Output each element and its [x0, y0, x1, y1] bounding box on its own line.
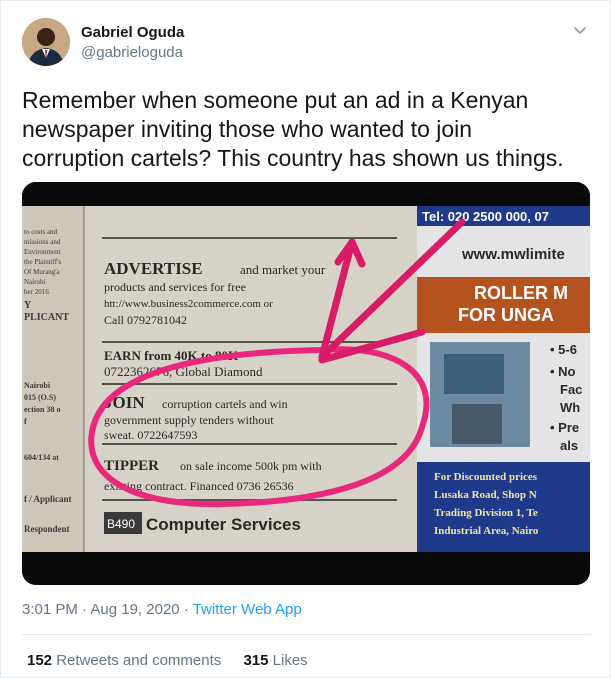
ad-web-text: www.mwlimite: [461, 246, 565, 263]
tweet-meta: 3:01 PM · Aug 19, 2020 · Twitter Web App: [22, 601, 302, 618]
tweet-text: Remember when someone put an ad in a Ken…: [22, 86, 592, 173]
clipping-margin-text: Y: [24, 300, 32, 311]
clipping-margin-text: the Plaintiff's: [24, 258, 61, 266]
tweet-card: Gabriel Oguda @gabrieloguda Remember whe…: [0, 0, 611, 678]
divider: [22, 634, 591, 635]
clipping-margin-text: Nairobi: [24, 381, 51, 390]
ad-tipper-text: on sale income 500k pm with: [180, 459, 322, 473]
ad-join-text: sweat. 0722647593: [104, 428, 197, 442]
ad-discount-text: Industrial Area, Nairo: [434, 525, 539, 537]
retweets-label: Retweets and comments: [56, 652, 222, 669]
meta-separator: ·: [82, 601, 88, 618]
likes-stat[interactable]: 315 Likes: [243, 652, 307, 669]
user-handle[interactable]: @gabrieloguda: [81, 44, 183, 61]
ad-bullet-text: • Pre: [550, 420, 579, 435]
avatar-photo: [22, 18, 70, 66]
clipping-margin-text: Of Murang'a: [24, 268, 61, 276]
ad-advertise-heading: ADVERTISE: [104, 259, 203, 278]
clipping-margin-text: ber 2016: [24, 288, 49, 296]
ad-join-text: corruption cartels and win: [162, 397, 288, 411]
retweets-count: 152: [27, 652, 53, 669]
tweet-text-line: corruption cartels? This country has sho…: [22, 145, 564, 171]
source-app-link[interactable]: Twitter Web App: [193, 601, 302, 618]
ad-advertise-text: htt://www.business2commerce.com or: [104, 298, 273, 310]
avatar[interactable]: [22, 18, 70, 66]
engagement-stats: 152 Retweets and comments 315 Likes: [27, 652, 326, 669]
ad-computer-tag: B490: [107, 517, 135, 531]
clipping-margin-text: Environment: [24, 248, 61, 256]
clipping-margin-text: missions and: [24, 238, 61, 246]
ad-discount-text: Trading Division 1, Te: [434, 507, 538, 519]
clipping-margin-text: 015 (O.S): [24, 393, 56, 402]
display-name[interactable]: Gabriel Oguda: [81, 24, 184, 41]
retweets-stat[interactable]: 152 Retweets and comments: [27, 652, 225, 669]
tweet-date[interactable]: Aug 19, 2020: [90, 601, 179, 618]
ad-computer-text: Computer Services: [146, 515, 301, 534]
ad-roller-text: FOR UNGA: [458, 305, 554, 325]
tweet-time[interactable]: 3:01 PM: [22, 601, 78, 618]
ad-advertise-text: and market your: [240, 262, 326, 277]
meta-separator: ·: [183, 601, 189, 618]
clipping-margin-text: PLICANT: [24, 312, 69, 323]
likes-label: Likes: [272, 652, 308, 669]
ad-tipper-heading: TIPPER: [104, 458, 159, 474]
ad-tel-text: Tel: 020 2500 000, 07: [422, 209, 549, 224]
clipping-margin-text: ection 38 o: [24, 405, 60, 414]
ad-advertise-text: Call 0792781042: [104, 313, 187, 327]
ad-join-text: government supply tenders without: [104, 413, 274, 427]
clipping-margin-text: Respondent: [24, 524, 70, 534]
ad-discount-text: For Discounted prices: [434, 471, 538, 483]
ad-roller-text: ROLLER M: [474, 283, 568, 303]
ad-bullet-text: • 5-6: [550, 342, 577, 357]
ad-bullet-text: als: [560, 438, 578, 453]
likes-count: 315: [243, 652, 269, 669]
chevron-down-icon[interactable]: [572, 23, 588, 39]
clipping-margin-text: to costs and: [24, 228, 58, 236]
ad-bullet-text: Fac: [560, 382, 582, 397]
tweet-text-line: Remember when someone put an ad in a Ken…: [22, 87, 529, 113]
clipping-margin-text: 604/134 at: [24, 453, 59, 462]
ad-advertise-text: products and services for free: [104, 280, 246, 294]
clipping-margin-text: f / Applicant: [24, 494, 72, 504]
ad-discount-text: Lusaka Road, Shop N: [434, 489, 537, 501]
tweet-text-line: newspaper inviting those who wanted to j…: [22, 116, 473, 142]
newspaper-clipping-image: to costs and missions and Environment th…: [22, 182, 590, 585]
clipping-margin-text: f: [24, 417, 27, 426]
clipping-margin-text: Nairobi: [24, 278, 45, 286]
ad-bullet-text: • No: [550, 364, 576, 379]
tweet-photo[interactable]: to costs and missions and Environment th…: [22, 182, 590, 585]
ad-bullet-text: Wh: [560, 400, 580, 415]
